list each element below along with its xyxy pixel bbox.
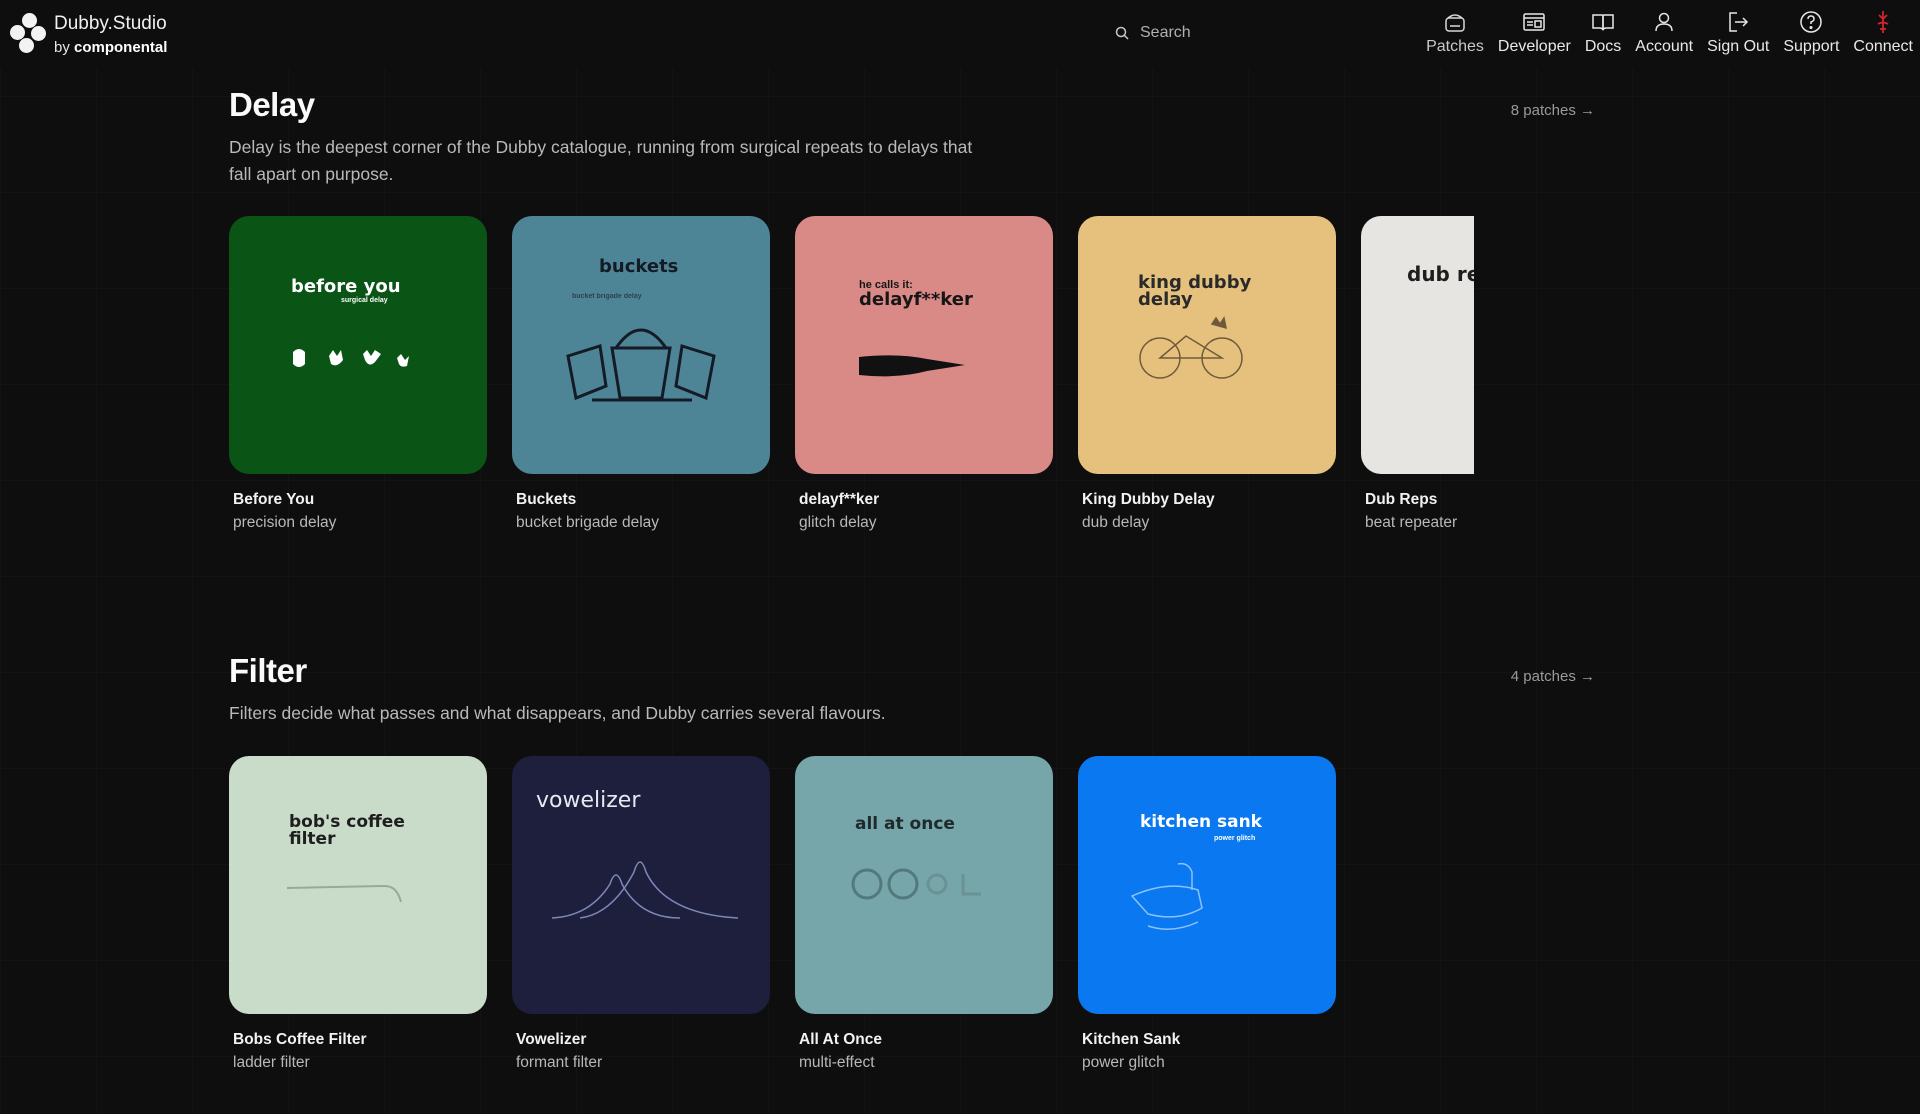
- thumbnail-title: bob's coffee filter: [289, 812, 405, 849]
- nav-patches[interactable]: Patches: [1419, 9, 1491, 56]
- patch-name: King Dubby Delay: [1082, 491, 1215, 508]
- thumbnail-title: dub reps: [1407, 262, 1507, 286]
- patch-card[interactable]: before you surgical delay Before You pre…: [229, 216, 487, 532]
- thumbnail-title: before you: [291, 276, 401, 297]
- formant-peaks-icon: [551, 861, 739, 919]
- thumbnail-subtitle: bucket brigade delay: [572, 293, 642, 300]
- section-title: Delay: [229, 86, 315, 123]
- patch-type: formant filter: [516, 1054, 603, 1071]
- patch-card[interactable]: buckets bucket brigade delay Buckets buc…: [512, 216, 770, 532]
- patch-name: Before You: [233, 491, 315, 508]
- patch-card[interactable]: dub reps Dub Reps beat repeater: [1361, 216, 1507, 532]
- docs-icon: [1592, 14, 1614, 31]
- brand-name: Dubby.Studio: [54, 12, 167, 34]
- nav-sign-out[interactable]: Sign Out: [1700, 9, 1776, 56]
- patch-name: Spectral Delay: [1648, 491, 1747, 508]
- thumbnail-title: kitchen sank: [1140, 812, 1262, 832]
- section-title: Filter: [229, 652, 307, 689]
- patch-thumbnail: king dubby delay: [1078, 216, 1336, 474]
- section-filter: Filter Filters decide what passes and wh…: [229, 652, 1689, 1092]
- account-icon: [1655, 12, 1673, 32]
- patch-count-link[interactable]: 4 patches →: [1511, 668, 1595, 685]
- thumbnail-title: spectral: [1690, 262, 1747, 286]
- top-nav: Patches Developer Docs Account Sign Out …: [1419, 9, 1920, 56]
- patch-thumbnail: he calls it: delayf**ker: [795, 216, 1053, 474]
- patch-card[interactable]: he calls it: delayf**ker delayf**ker gli…: [795, 216, 1053, 532]
- patch-name: All At Once: [799, 1031, 882, 1048]
- search-input[interactable]: [1140, 24, 1340, 42]
- animals-icon: [293, 349, 409, 367]
- patch-type: ladder filter: [233, 1054, 310, 1071]
- nav-support[interactable]: Support: [1776, 9, 1846, 56]
- top-bar: Dubby.Studio by componental Patches Deve…: [0, 0, 1920, 68]
- card-row: before you surgical delay Before You pre…: [229, 216, 1747, 546]
- patch-thumbnail: all at once: [795, 756, 1053, 1014]
- brand[interactable]: Dubby.Studio by componental: [10, 11, 167, 55]
- circles-icon: [851, 868, 981, 900]
- patch-card[interactable]: king dubby delay King Dubby Delay dub de…: [1078, 216, 1336, 532]
- section-description: Delay is the deepest corner of the Dubby…: [229, 137, 973, 184]
- filter-curve-icon: [286, 884, 402, 903]
- patch-thumbnail: vowelizer: [512, 756, 770, 1014]
- card-row: bob's coffee filter Bobs Coffee Filter l…: [229, 756, 1747, 1086]
- buckets-icon: [566, 328, 716, 402]
- patch-type: dub delay: [1082, 514, 1150, 531]
- patch-type: beat repeater: [1365, 514, 1458, 531]
- patch-thumbnail: before you surgical delay: [229, 216, 487, 474]
- thumbnail-subtitle: surgical delay: [341, 297, 388, 304]
- dubby-logo-icon: [10, 11, 50, 55]
- developer-icon: [1523, 13, 1546, 31]
- search-icon: [1115, 26, 1129, 40]
- patch-card[interactable]: spectral Spectral Delay time-warping: [1644, 216, 1747, 532]
- thumbnail-title: vowelizer: [536, 788, 641, 813]
- brand-by-line: by componental: [54, 38, 168, 56]
- sign-out-icon: [1729, 12, 1749, 32]
- patch-type: power glitch: [1082, 1054, 1165, 1071]
- patch-thumbnail: dub reps: [1361, 216, 1507, 474]
- patch-card[interactable]: kitchen sank power glitch Kitchen Sank p…: [1078, 756, 1336, 1072]
- search-bar[interactable]: [1114, 24, 1340, 42]
- patch-thumbnail: kitchen sank power glitch: [1078, 756, 1336, 1014]
- nav-account[interactable]: Account: [1628, 9, 1700, 56]
- patch-thumbnail: bob's coffee filter: [229, 756, 487, 1014]
- patch-name: Bobs Coffee Filter: [233, 1031, 367, 1048]
- glitch-smear-icon: [859, 355, 965, 377]
- nav-connect[interactable]: Connect: [1846, 9, 1920, 56]
- patch-card[interactable]: vowelizer Vowelizer formant filter: [512, 756, 770, 1072]
- patches-icon: [1445, 14, 1465, 32]
- support-icon: [1800, 11, 1823, 33]
- thumbnail-title: delayf**ker: [859, 289, 973, 310]
- patch-card[interactable]: all at once All At Once multi-effect: [795, 756, 1053, 1072]
- brand-company: componental: [74, 38, 168, 56]
- patch-thumbnail: buckets bucket brigade delay: [512, 216, 770, 474]
- patch-type: time-warping: [1648, 514, 1737, 531]
- sink-icon: [1130, 862, 1203, 930]
- thumbnail-title: all at once: [855, 814, 955, 834]
- patch-type: glitch delay: [799, 514, 877, 531]
- patch-type: precision delay: [233, 514, 337, 531]
- patch-name: Buckets: [516, 491, 577, 508]
- patch-type: multi-effect: [799, 1054, 875, 1071]
- patch-name: delayf**ker: [799, 491, 880, 508]
- nav-developer[interactable]: Developer: [1491, 9, 1578, 56]
- patch-card[interactable]: bob's coffee filter Bobs Coffee Filter l…: [229, 756, 487, 1072]
- nav-docs[interactable]: Docs: [1578, 9, 1628, 56]
- thumbnail-subtitle: power glitch: [1214, 835, 1256, 842]
- section-delay: Delay Delay is the deepest corner of the…: [229, 86, 1689, 546]
- connect-icon: [1877, 11, 1889, 33]
- patch-count-link[interactable]: 8 patches →: [1511, 102, 1595, 119]
- patch-thumbnail: spectral: [1644, 216, 1747, 474]
- section-description: Filters decide what passes and what disa…: [229, 703, 886, 723]
- patch-name: Vowelizer: [516, 1031, 587, 1048]
- patch-name: Kitchen Sank: [1082, 1031, 1181, 1048]
- bicycle-icon: [1139, 316, 1243, 379]
- patch-name: Dub Reps: [1365, 491, 1438, 508]
- patch-type: bucket brigade delay: [516, 514, 660, 531]
- thumbnail-title: buckets: [599, 256, 679, 277]
- thumbnail-title: king dubby delay: [1138, 272, 1252, 310]
